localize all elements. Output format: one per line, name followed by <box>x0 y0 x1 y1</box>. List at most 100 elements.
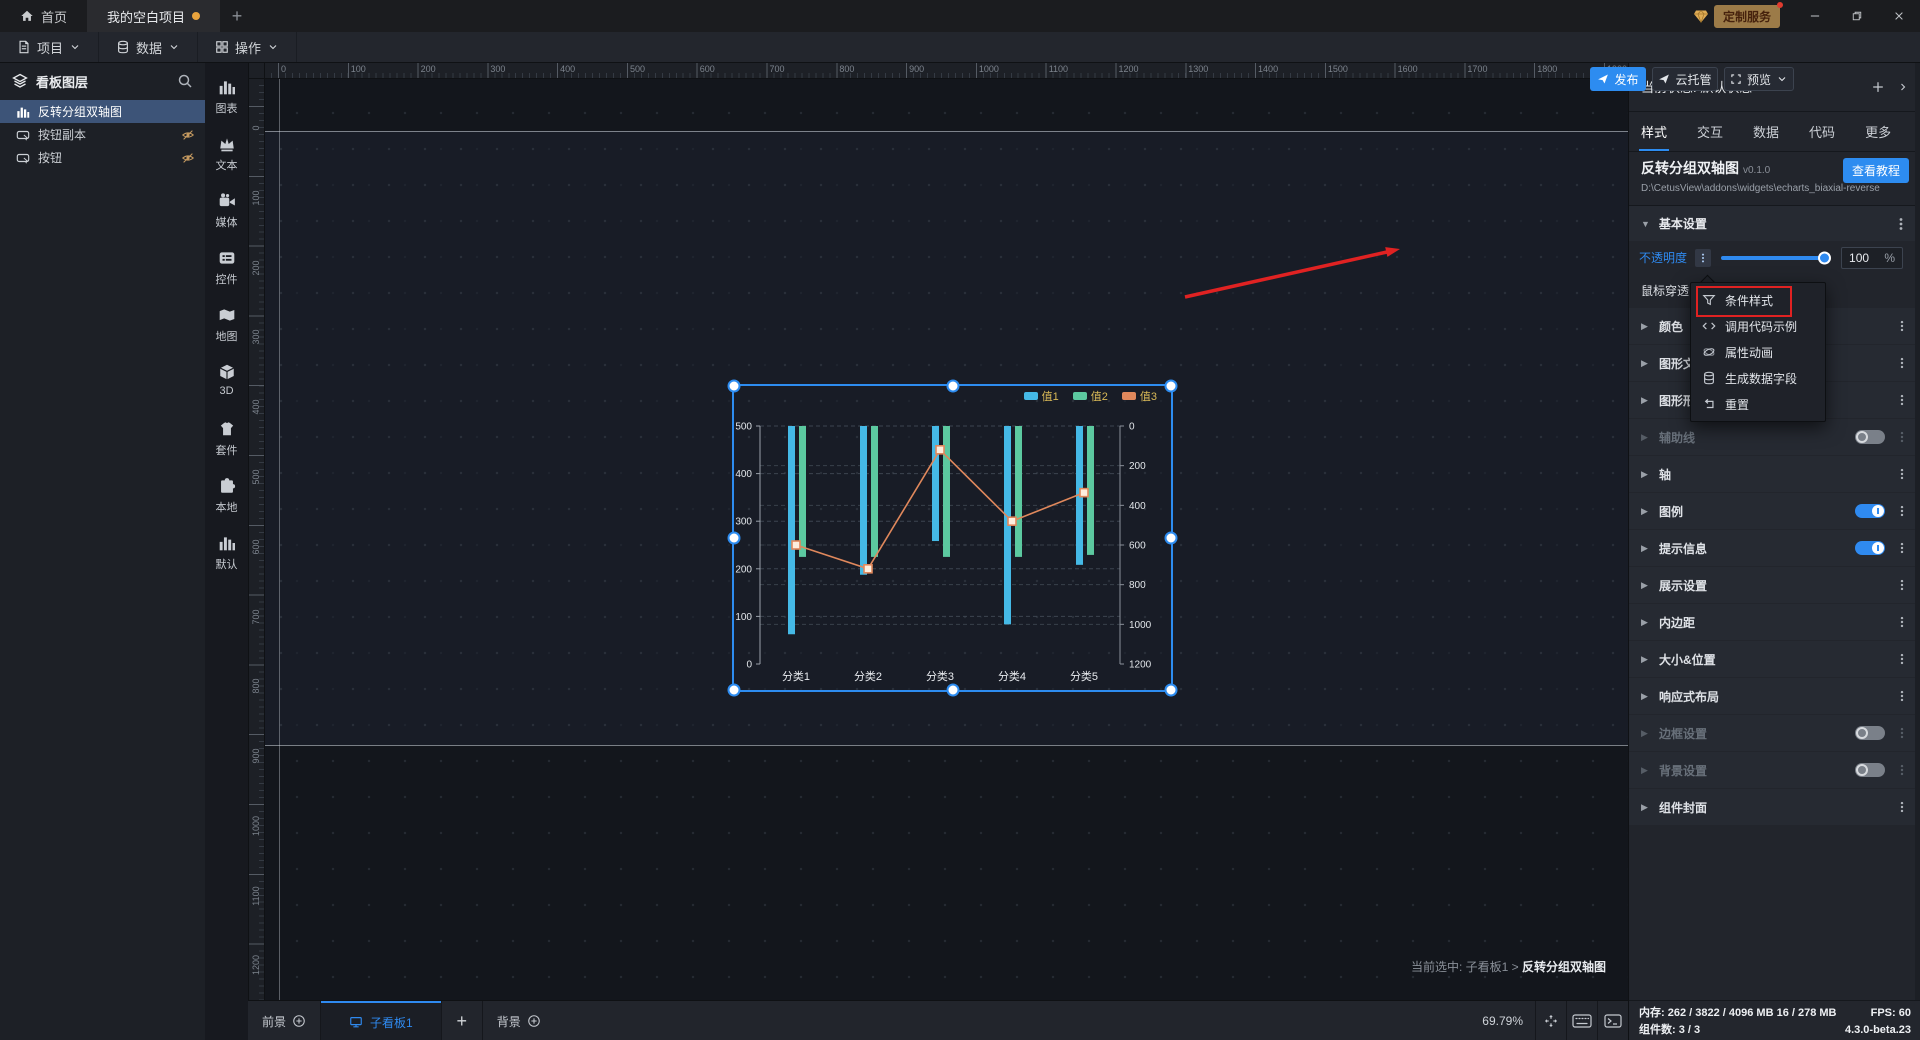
kebab-menu-icon[interactable] <box>1895 541 1909 555</box>
tab-style[interactable]: 样式 <box>1639 112 1669 151</box>
new-tab-button[interactable]: + <box>220 0 254 32</box>
publish-button[interactable]: 发布 <box>1590 67 1646 91</box>
toolbox-item-3[interactable]: 媒体 <box>216 192 238 249</box>
section-row-12[interactable]: ▶边框设置 <box>1629 715 1920 751</box>
shortcut-keys-button[interactable] <box>1566 1001 1597 1040</box>
kebab-menu-icon[interactable] <box>1895 578 1909 592</box>
minimize-button[interactable] <box>1794 0 1836 32</box>
selection-handle[interactable] <box>1165 684 1178 697</box>
add-background-icon[interactable] <box>527 1014 541 1028</box>
kebab-menu-icon[interactable] <box>1895 615 1909 629</box>
selection-handle[interactable] <box>946 380 959 393</box>
opacity-slider[interactable] <box>1721 256 1829 260</box>
eye-hidden-icon[interactable] <box>181 128 195 142</box>
toolbox-item-9[interactable]: 默认 <box>216 534 238 591</box>
section-toggle[interactable] <box>1855 430 1885 444</box>
context-menu-item-1[interactable]: 条件样式 <box>1691 287 1825 313</box>
menu-actions[interactable]: 操作 <box>198 32 297 62</box>
section-row-14[interactable]: ▶组件封面 <box>1629 789 1920 825</box>
tab-interaction[interactable]: 交互 <box>1695 112 1725 151</box>
section-row-6[interactable]: ▶图例 <box>1629 493 1920 529</box>
close-button[interactable] <box>1878 0 1920 32</box>
zoom-level[interactable]: 69.79% <box>1482 1014 1523 1028</box>
kebab-menu-icon[interactable] <box>1893 216 1909 232</box>
kebab-menu-icon[interactable] <box>1895 763 1909 777</box>
canvas[interactable]: 0100200300400500600700800900100011001200… <box>248 62 1628 1000</box>
foreground-tab[interactable]: 前景 <box>248 1001 320 1040</box>
kebab-menu-icon[interactable] <box>1895 467 1909 481</box>
section-toggle[interactable] <box>1855 541 1885 555</box>
kebab-menu-icon[interactable] <box>1895 800 1909 814</box>
toolbox-item-2[interactable]: 文本 <box>216 135 238 192</box>
kebab-menu-icon[interactable] <box>1895 430 1909 444</box>
kebab-menu-icon[interactable] <box>1895 652 1909 666</box>
toolbox-item-8[interactable]: 本地 <box>216 477 238 534</box>
kebab-menu-icon[interactable] <box>1895 726 1909 740</box>
opacity-kebab-button[interactable] <box>1695 249 1711 267</box>
subboard-tab[interactable]: 子看板1 <box>321 1001 441 1040</box>
custom-service-badge[interactable]: 定制服务 <box>1714 5 1780 28</box>
selection-handle[interactable] <box>1165 380 1178 393</box>
add-foreground-icon[interactable] <box>292 1014 306 1028</box>
opacity-value-input[interactable]: 100% <box>1841 247 1903 269</box>
section-row-13[interactable]: ▶背景设置 <box>1629 752 1920 788</box>
toolbox-item-1[interactable]: 图表 <box>216 78 238 135</box>
layer-item[interactable]: 反转分组双轴图 <box>0 100 205 123</box>
section-row-7[interactable]: ▶提示信息 <box>1629 530 1920 566</box>
section-toggle[interactable] <box>1855 504 1885 518</box>
layer-item[interactable]: 按钮副本 <box>0 123 205 146</box>
selection-box[interactable] <box>732 384 1173 692</box>
add-state-icon[interactable] <box>1871 80 1885 94</box>
components-value: 3 / 3 <box>1679 1024 1700 1036</box>
console-button[interactable] <box>1597 1001 1628 1040</box>
background-tab[interactable]: 背景 <box>483 1001 555 1040</box>
fit-screen-button[interactable] <box>1535 1001 1566 1040</box>
tab-data[interactable]: 数据 <box>1751 112 1781 151</box>
restore-button[interactable] <box>1836 0 1878 32</box>
tab-home[interactable]: 首页 <box>0 0 87 32</box>
slider-knob[interactable] <box>1818 251 1831 264</box>
section-row-11[interactable]: ▶响应式布局 <box>1629 678 1920 714</box>
chevron-right-icon[interactable] <box>1897 81 1909 93</box>
toolbox-item-4[interactable]: 控件 <box>216 249 238 306</box>
selection-handle[interactable] <box>728 532 741 545</box>
menu-data[interactable]: 数据 <box>99 32 198 62</box>
kebab-menu-icon[interactable] <box>1895 319 1909 333</box>
search-icon[interactable] <box>177 73 193 89</box>
section-row-9[interactable]: ▶内边距 <box>1629 604 1920 640</box>
ruler-label: 1300 <box>1188 64 1208 74</box>
menu-project[interactable]: 项目 <box>0 32 99 62</box>
panel-scrollbar[interactable] <box>1915 62 1920 1000</box>
section-row-5[interactable]: ▶轴 <box>1629 456 1920 492</box>
basic-settings-header[interactable]: ▼ 基本设置 <box>1629 206 1920 241</box>
context-menu-item-3[interactable]: 属性动画 <box>1691 339 1825 365</box>
selection-handle[interactable] <box>728 684 741 697</box>
preview-button[interactable]: 预览 <box>1724 67 1794 91</box>
kebab-menu-icon[interactable] <box>1895 356 1909 370</box>
toolbox-item-5[interactable]: 地图 <box>216 306 238 363</box>
section-row-10[interactable]: ▶大小&位置 <box>1629 641 1920 677</box>
kebab-menu-icon[interactable] <box>1895 689 1909 703</box>
add-board-button[interactable]: + <box>442 1001 482 1040</box>
eye-hidden-icon[interactable] <box>181 151 195 165</box>
section-row-4[interactable]: ▶辅助线 <box>1629 419 1920 455</box>
tab-code[interactable]: 代码 <box>1807 112 1837 151</box>
tab-project[interactable]: 我的空白项目 <box>87 0 220 32</box>
context-menu-item-4[interactable]: 生成数据字段 <box>1691 365 1825 391</box>
context-menu-item-2[interactable]: 调用代码示例 <box>1691 313 1825 339</box>
section-toggle[interactable] <box>1855 763 1885 777</box>
kebab-menu-icon[interactable] <box>1895 504 1909 518</box>
context-menu-item-5[interactable]: 重置 <box>1691 391 1825 417</box>
toolbox-item-6[interactable]: 3D <box>218 363 236 420</box>
tutorial-button[interactable]: 查看教程 <box>1843 158 1909 183</box>
selection-handle[interactable] <box>1165 532 1178 545</box>
kebab-menu-icon[interactable] <box>1895 393 1909 407</box>
section-toggle[interactable] <box>1855 726 1885 740</box>
tab-more[interactable]: 更多 <box>1863 112 1893 151</box>
section-row-8[interactable]: ▶展示设置 <box>1629 567 1920 603</box>
selection-handle[interactable] <box>728 380 741 393</box>
cloud-hosting-button[interactable]: 云托管 <box>1652 67 1718 91</box>
selection-handle[interactable] <box>946 684 959 697</box>
layer-item[interactable]: 按钮 <box>0 146 205 169</box>
toolbox-item-7[interactable]: 套件 <box>216 420 238 477</box>
